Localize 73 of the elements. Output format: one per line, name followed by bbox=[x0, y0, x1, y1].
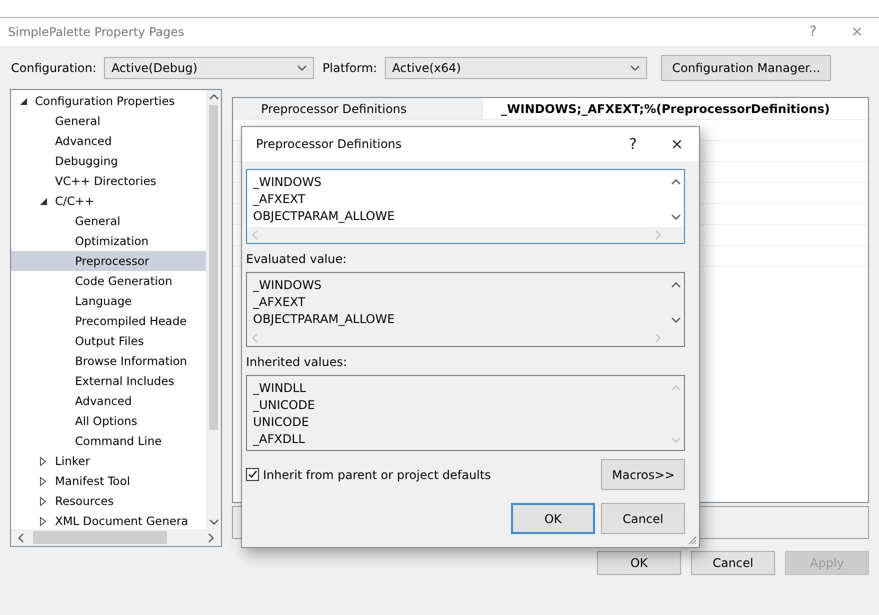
list-line: _WINDLL bbox=[253, 380, 307, 397]
tree-item[interactable]: Output Files bbox=[75, 331, 144, 351]
cancel-button[interactable]: Cancel bbox=[691, 551, 775, 575]
resize-grip-icon[interactable] bbox=[687, 535, 697, 545]
list-line: _WINDOWS bbox=[253, 277, 323, 294]
collapsed-triangle-icon[interactable] bbox=[40, 476, 46, 486]
tree-item[interactable]: All Options bbox=[75, 411, 138, 431]
scrollbar-thumb[interactable] bbox=[33, 531, 167, 544]
cancel-button[interactable]: Cancel bbox=[601, 503, 685, 534]
close-button[interactable]: × bbox=[655, 134, 699, 154]
scroll-down-icon[interactable] bbox=[671, 213, 681, 221]
property-name[interactable]: Preprocessor Definitions bbox=[233, 98, 483, 119]
tree-item[interactable]: Linker bbox=[55, 451, 90, 471]
tree-item[interactable]: Advanced bbox=[55, 131, 112, 151]
tree-item[interactable]: VC++ Directories bbox=[55, 171, 156, 191]
help-button[interactable]: ? bbox=[611, 134, 655, 154]
scroll-up-icon[interactable] bbox=[671, 281, 681, 289]
tree-item[interactable]: External Includes bbox=[75, 371, 174, 391]
tree-item[interactable]: Optimization bbox=[75, 231, 149, 251]
collapsed-triangle-icon[interactable] bbox=[40, 496, 46, 506]
tree-item[interactable]: Command Line bbox=[75, 431, 162, 451]
list-line: _AFXEXT bbox=[253, 294, 306, 311]
list-line: _AFXDLL bbox=[253, 431, 306, 448]
list-line: OBJECTPARAM_ALLOWE bbox=[253, 208, 396, 225]
scroll-down-icon[interactable] bbox=[671, 316, 681, 324]
list-line: _AFXEXT bbox=[253, 191, 306, 208]
list-line: OBJECTPARAM_ALLOWE bbox=[253, 311, 396, 328]
list-line: _WINDOWS bbox=[253, 174, 323, 191]
definitions-field[interactable]: _WINDOWS _AFXEXT OBJECTPARAM_ALLOWE bbox=[246, 169, 685, 244]
tree-item[interactable]: Manifest Tool bbox=[55, 471, 130, 491]
window-title: SimplePalette Property Pages bbox=[8, 25, 186, 39]
expanded-triangle-icon[interactable] bbox=[20, 98, 26, 104]
evaluated-label: Evaluated value: bbox=[246, 252, 348, 266]
tree-item[interactable]: C/C++ bbox=[55, 191, 94, 211]
tree-item[interactable]: Advanced bbox=[75, 391, 132, 411]
tree-item[interactable]: Browse Information bbox=[75, 351, 188, 371]
tree-item[interactable]: Resources bbox=[55, 491, 114, 511]
tree-item[interactable]: General bbox=[75, 211, 120, 231]
chevron-down-icon[interactable] bbox=[297, 64, 308, 72]
property-value[interactable]: _WINDOWS;_AFXEXT;%(PreprocessorDefinitions) bbox=[483, 102, 830, 116]
tree-item[interactable]: Configuration Properties bbox=[35, 91, 175, 111]
configuration-manager-button[interactable]: Configuration Manager... bbox=[661, 55, 832, 81]
inherit-checkbox[interactable] bbox=[246, 468, 259, 481]
close-button[interactable]: × bbox=[835, 23, 879, 41]
platform-label: Platform: bbox=[322, 61, 378, 75]
list-line: _UNICODE bbox=[253, 397, 316, 414]
macros-button[interactable]: Macros>> bbox=[601, 459, 685, 490]
tree-item[interactable]: Precompiled Heade bbox=[75, 311, 187, 331]
list-line: UNICODE bbox=[253, 414, 310, 431]
tree-item[interactable]: XML Document Genera bbox=[55, 511, 188, 529]
expanded-triangle-icon[interactable] bbox=[40, 198, 46, 204]
dialog-title: Preprocessor Definitions bbox=[256, 137, 403, 151]
scroll-left-icon[interactable] bbox=[17, 532, 25, 542]
platform-dropdown[interactable]: Active(x64) bbox=[385, 57, 648, 79]
configuration-label: Configuration: bbox=[11, 61, 96, 75]
tree-item[interactable]: General bbox=[55, 111, 100, 131]
checkbox-label[interactable]: Inherit from parent or project defaults bbox=[263, 468, 491, 482]
ok-button[interactable]: OK bbox=[597, 551, 681, 575]
help-button[interactable]: ? bbox=[791, 23, 835, 41]
inherited-label: Inherited values: bbox=[246, 355, 348, 369]
scroll-up-icon[interactable] bbox=[671, 178, 681, 186]
configuration-dropdown[interactable]: Active(Debug) bbox=[104, 57, 314, 79]
scroll-right-icon[interactable] bbox=[207, 532, 215, 542]
scroll-up-icon[interactable] bbox=[208, 93, 218, 101]
tree-item[interactable]: Code Generation bbox=[75, 271, 172, 291]
ok-button[interactable]: OK bbox=[511, 503, 595, 534]
chevron-down-icon[interactable] bbox=[630, 64, 640, 72]
scroll-down-icon[interactable] bbox=[208, 518, 218, 526]
tree-item[interactable]: Language bbox=[75, 291, 132, 311]
tree-item[interactable]: Debugging bbox=[55, 151, 118, 171]
collapsed-triangle-icon[interactable] bbox=[40, 456, 46, 466]
scrollbar-thumb[interactable] bbox=[209, 105, 218, 430]
collapsed-triangle-icon[interactable] bbox=[40, 516, 46, 526]
